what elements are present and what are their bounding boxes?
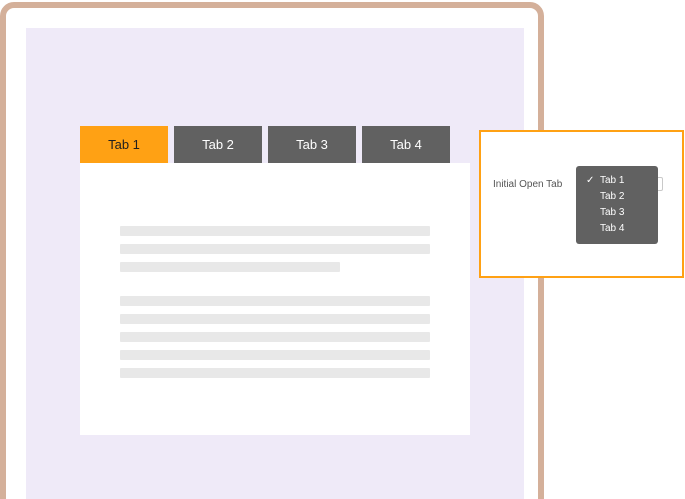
tab-3[interactable]: Tab 3	[268, 126, 356, 163]
dropdown-option-label: Tab 3	[600, 207, 625, 218]
stage: Tab 1 Tab 2 Tab 3 Tab 4 Initial Open Tab…	[0, 0, 685, 499]
tab-content-panel	[80, 163, 470, 435]
placeholder-line	[120, 314, 430, 324]
placeholder-line	[120, 244, 430, 254]
dropdown-option-label: Tab 4	[600, 223, 625, 234]
tab-bar: Tab 1 Tab 2 Tab 3 Tab 4	[80, 126, 450, 163]
dropdown-option-tab-3[interactable]: Tab 3	[576, 205, 658, 221]
placeholder-line	[120, 296, 430, 306]
dropdown-option-tab-4[interactable]: Tab 4	[576, 221, 658, 237]
check-icon: ✓	[586, 175, 595, 186]
placeholder-line	[120, 350, 430, 360]
settings-popover: Initial Open Tab ✓ Tab 1 Tab 2 Tab 3 Tab…	[479, 130, 684, 278]
placeholder-line	[120, 368, 430, 378]
placeholder-line	[120, 226, 430, 236]
dropdown-option-label: Tab 2	[600, 191, 625, 202]
placeholder-line	[120, 332, 430, 342]
dropdown-option-tab-1[interactable]: ✓ Tab 1	[576, 173, 658, 189]
initial-open-tab-dropdown[interactable]: ✓ Tab 1 Tab 2 Tab 3 Tab 4	[576, 166, 658, 244]
tab-2[interactable]: Tab 2	[174, 126, 262, 163]
initial-open-tab-label: Initial Open Tab	[493, 179, 563, 190]
tab-1[interactable]: Tab 1	[80, 126, 168, 163]
tab-4[interactable]: Tab 4	[362, 126, 450, 163]
dropdown-option-label: Tab 1	[600, 175, 625, 186]
dropdown-option-tab-2[interactable]: Tab 2	[576, 189, 658, 205]
placeholder-line	[120, 262, 340, 272]
